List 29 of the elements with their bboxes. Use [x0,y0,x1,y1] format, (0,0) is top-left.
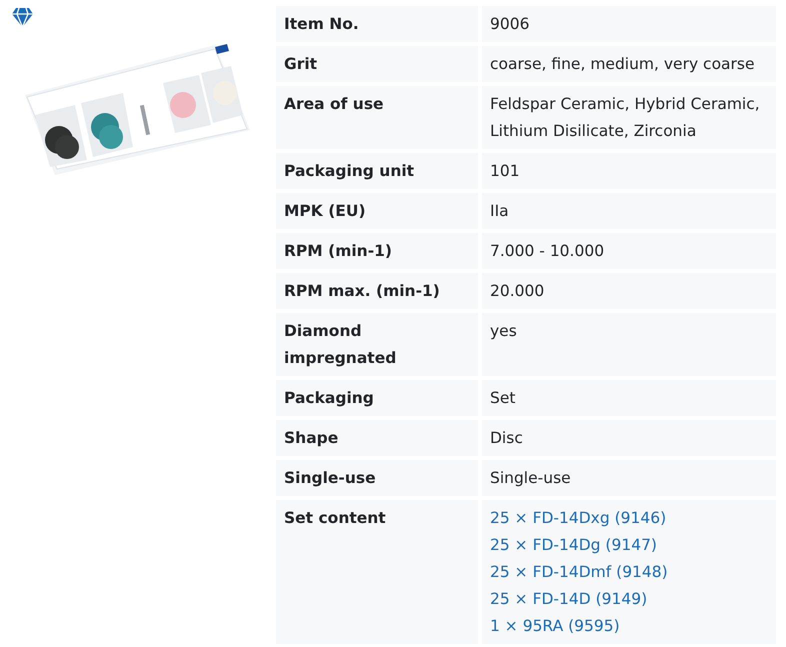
table-cell: yes [482,313,776,376]
table-cell: Set content [276,500,478,644]
table-cell: coarse, fine, medium, very coarse [482,46,776,82]
table-cell: Item No. [276,6,478,42]
table-cell: 101 [482,153,776,189]
table-cell: Single-use [276,460,478,496]
product-link[interactable]: 25 × FD-14D (9149) [490,586,648,613]
diamond-icon [12,8,33,27]
table-cell: Packaging unit [276,153,478,189]
table-cell: Single-use [482,460,776,496]
table-cell: IIa [482,193,776,229]
table-cell: Packaging [276,380,478,416]
product-link[interactable]: 25 × FD-14Dmf (9148) [490,559,668,586]
table-cell: Set [482,380,776,416]
table-cell: Area of use [276,86,478,149]
table-cell: RPM (min-1) [276,233,478,269]
table-cell: 9006 [482,6,776,42]
product-link[interactable]: 25 × FD-14Dxg (9146) [490,505,666,532]
table-cell: Disc [482,420,776,456]
table-cell: Feldspar Ceramic, Hybrid Ceramic, Lithium Disilicate, Zirconia [482,86,776,149]
table-cell: Diamond impregnated [276,313,478,376]
table-cell: Shape [276,420,478,456]
product-link[interactable]: 1 × 95RA (9595) [490,613,620,640]
table-cell: RPM max. (min-1) [276,273,478,309]
table-cell: 7.000 - 10.000 [482,233,776,269]
table-cell: 20.000 [482,273,776,309]
product-link[interactable]: 25 × FD-14Dg (9147) [490,532,657,559]
table-cell: Grit [276,46,478,82]
table-cell: MPK (EU) [276,193,478,229]
